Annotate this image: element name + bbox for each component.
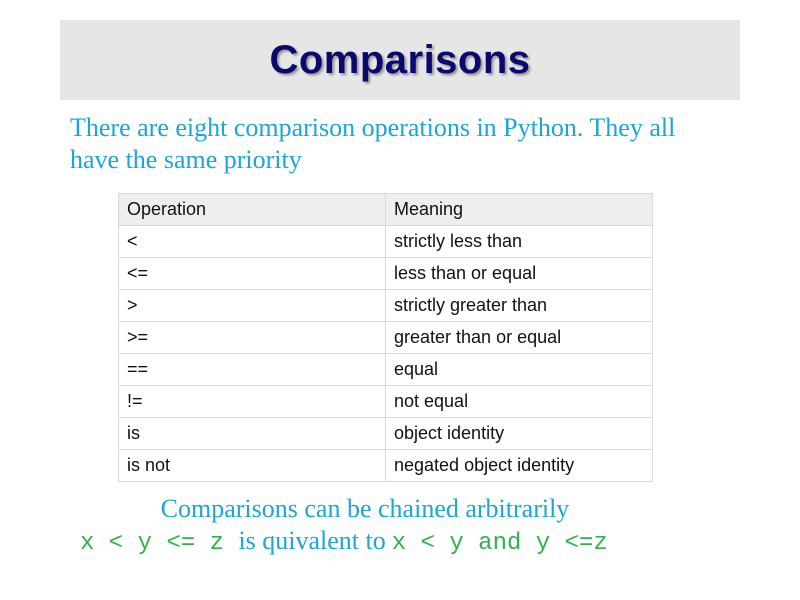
table-row: is object identity bbox=[118, 417, 653, 450]
example-left-code: x < y <= z bbox=[80, 530, 239, 557]
table-row: < strictly less than bbox=[118, 225, 653, 258]
header-meaning: Meaning bbox=[385, 193, 653, 226]
operation-cell: == bbox=[118, 353, 386, 386]
slide-title: Comparisons bbox=[269, 37, 531, 82]
meaning-cell: less than or equal bbox=[385, 257, 653, 290]
meaning-cell: greater than or equal bbox=[385, 321, 653, 354]
operation-cell: <= bbox=[118, 257, 386, 290]
example-equivalence-text: is quivalent to bbox=[238, 526, 386, 555]
meaning-cell: equal bbox=[385, 353, 653, 386]
title-bar: Comparisons bbox=[60, 20, 740, 100]
table-row: > strictly greater than bbox=[118, 289, 653, 322]
operation-cell: is bbox=[118, 417, 386, 450]
meaning-cell: strictly greater than bbox=[385, 289, 653, 322]
operation-cell: > bbox=[118, 289, 386, 322]
table-row: >= greater than or equal bbox=[118, 321, 653, 354]
operation-cell: >= bbox=[118, 321, 386, 354]
slide: Comparisons There are eight comparison o… bbox=[0, 0, 800, 600]
meaning-cell: negated object identity bbox=[385, 449, 653, 482]
chain-note: Comparisons can be chained arbitrarily bbox=[160, 494, 570, 523]
table-row: is not negated object identity bbox=[118, 449, 653, 482]
header-operation: Operation bbox=[118, 193, 386, 226]
comparison-table: Operation Meaning < strictly less than <… bbox=[118, 193, 653, 482]
table-row: <= less than or equal bbox=[118, 257, 653, 290]
meaning-cell: object identity bbox=[385, 417, 653, 450]
operation-cell: < bbox=[118, 225, 386, 258]
operation-cell: != bbox=[118, 385, 386, 418]
meaning-cell: not equal bbox=[385, 385, 653, 418]
table-row: != not equal bbox=[118, 385, 653, 418]
table-header-row: Operation Meaning bbox=[118, 193, 653, 226]
table-row: == equal bbox=[118, 353, 653, 386]
example-right-code: x < y and y <=z bbox=[391, 530, 608, 557]
meaning-cell: strictly less than bbox=[385, 225, 653, 258]
operation-cell: is not bbox=[118, 449, 386, 482]
intro-text: There are eight comparison operations in… bbox=[70, 113, 676, 174]
chain-example: x < y <= z is quivalent to x < y and y <… bbox=[80, 526, 608, 557]
